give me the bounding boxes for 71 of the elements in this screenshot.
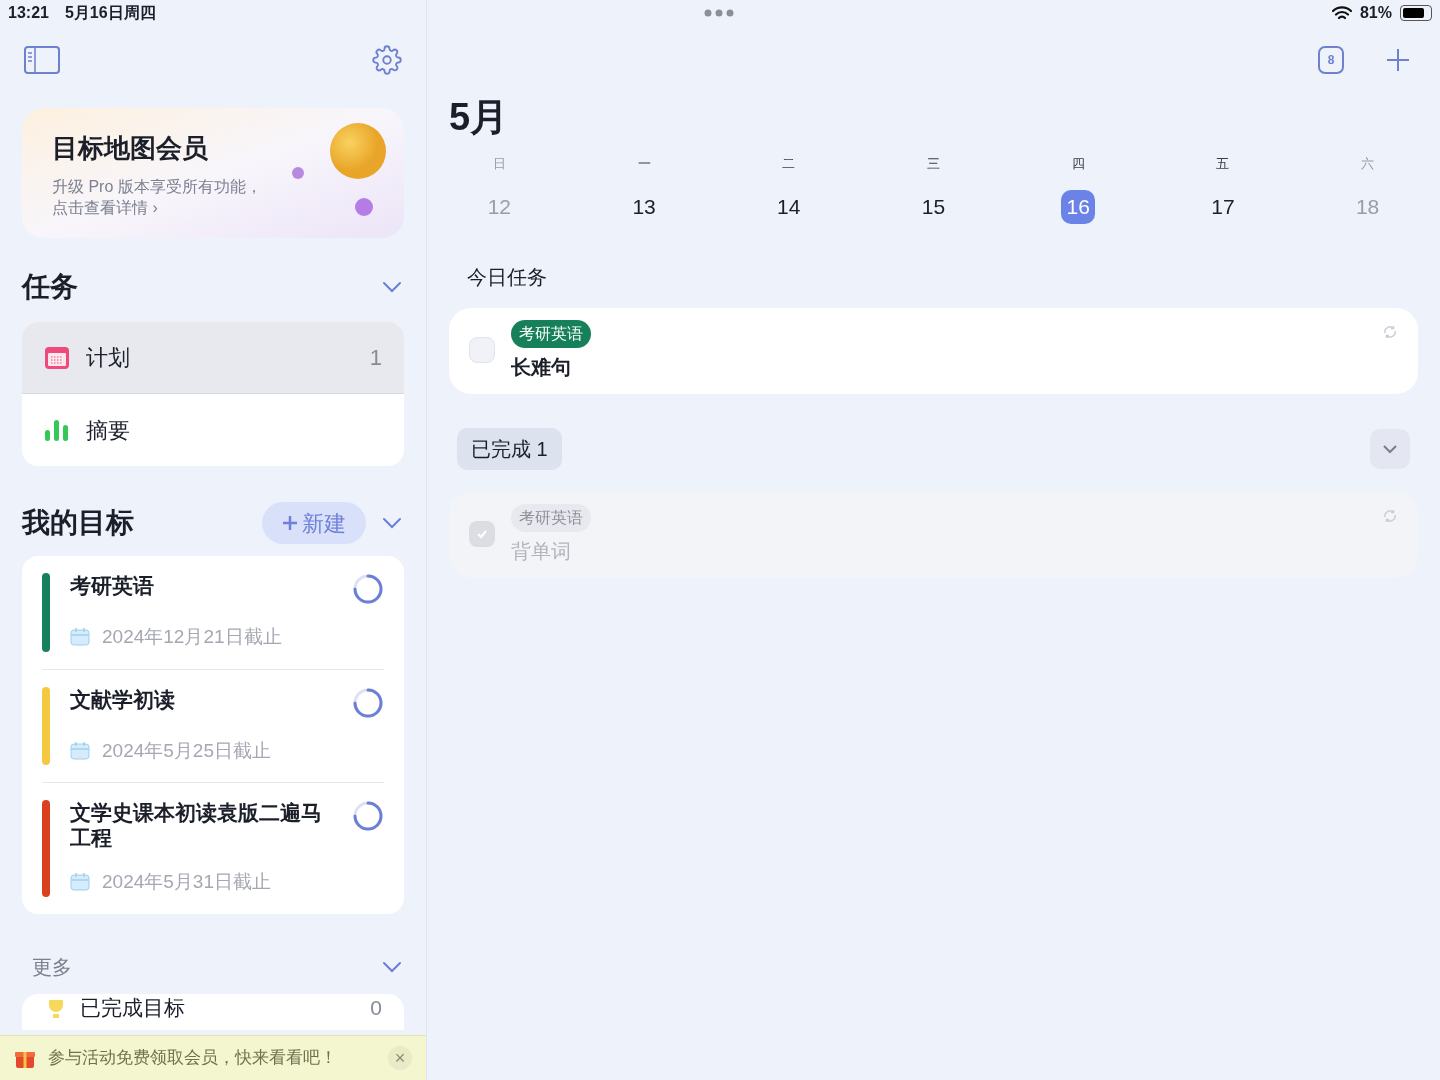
task-title: 背单词 [511,538,571,564]
calendar-icon [70,628,90,647]
progress-ring-icon [352,686,384,719]
collapse-button[interactable] [1370,428,1410,469]
membership-title: 目标地图会员 [52,131,209,165]
chevron-icon[interactable] [382,281,402,293]
task-checkbox[interactable] [469,520,495,547]
battery-percent: 81% [1359,3,1392,23]
item-count: 0 [370,995,382,1020]
task-list-label: 计划 [86,344,131,372]
repeat-icon [1382,507,1398,524]
task-card[interactable]: 考研英语 长难句 [449,307,1418,394]
goal-item[interactable]: 文献学初读 2024年5月25日截止 [42,669,384,783]
date-button[interactable]: 14 [771,189,806,224]
task-list-item[interactable]: 摘要 [22,394,404,466]
multitasking-dots-icon[interactable] [704,9,734,17]
weekday-label: 二 [782,155,796,173]
wifi-icon [1331,5,1352,21]
month-title: 5月 [449,95,510,140]
status-time: 13:21 [8,3,49,23]
goal-tag: 考研英语 [511,503,591,532]
goal-title: 考研英语 [70,573,155,598]
details-link[interactable]: 点击查看详情 › [52,196,262,218]
weekday-label: 三 [927,155,940,173]
chevron-icon[interactable] [382,960,402,973]
weekday-label: 一 [637,155,651,173]
progress-ring-icon [352,573,384,605]
banner-text: 参与活动免费领取会员，快来看看吧！ [48,1047,338,1070]
goal-item[interactable]: 考研英语 2024年12月21日截止 [42,556,384,670]
section-title: 更多 [32,954,72,980]
task-title: 长难句 [511,354,571,380]
date-button[interactable]: 15 [916,189,951,224]
battery-icon [1400,5,1432,21]
goal-title: 文献学初读 [70,686,176,712]
goal-deadline: 2024年5月25日截止 [102,738,271,763]
calendar-icon [70,741,90,760]
membership-subtitle: 升级 Pro 版本享受所有功能， [52,176,262,197]
task-list-item[interactable]: 计划 1 [22,322,404,394]
calendar-icon [70,873,90,892]
status-date: 5月16日周四 [64,3,156,23]
weekday-label: 五 [1216,155,1230,173]
progress-ring-icon [352,800,384,832]
weekday-label: 四 [1071,155,1085,173]
weekday-label: 六 [1361,155,1375,173]
task-checkbox[interactable] [469,336,495,363]
chevron-icon [1382,443,1398,454]
chevron-icon[interactable] [382,517,402,529]
add-icon[interactable] [1386,48,1410,72]
calendar-icon [44,345,70,370]
settings-icon[interactable] [372,45,402,75]
task-list-label: 摘要 [86,416,131,445]
date-button[interactable]: 17 [1205,189,1240,224]
completed-goals-label: 已完成目标 [80,995,186,1020]
goal-title: 文学史课本初读袁版二遍马工程 [70,800,323,850]
promo-toast[interactable]: 参与活动免费领取会员，快来看看吧！ × [0,1035,426,1080]
section-title: 我的目标 [22,506,134,540]
section-title: 今日任务 [467,264,548,290]
goal-deadline: 2024年12月21日截止 [102,625,282,649]
bar-chart-icon [44,418,70,442]
date-button[interactable]: 13 [627,189,662,224]
weekday-label: 日 [492,155,506,173]
section-title: 任务 [22,270,78,304]
completed-count-label[interactable]: 已完成 1 [457,427,562,470]
sidebar-toggle-icon[interactable] [24,46,60,74]
item-count: 1 [369,344,382,372]
goal-deadline: 2024年5月31日截止 [102,870,271,894]
plus-icon [282,515,298,531]
repeat-icon [1382,323,1398,340]
goal-item[interactable]: 文学史课本初读袁版二遍马工程 2024年5月31日截止 [42,783,384,914]
membership-card[interactable]: 目标地图会员 升级 Pro 版本享受所有功能， 点击查看详情 › [22,108,404,238]
goal-tag: 考研英语 [511,319,591,348]
